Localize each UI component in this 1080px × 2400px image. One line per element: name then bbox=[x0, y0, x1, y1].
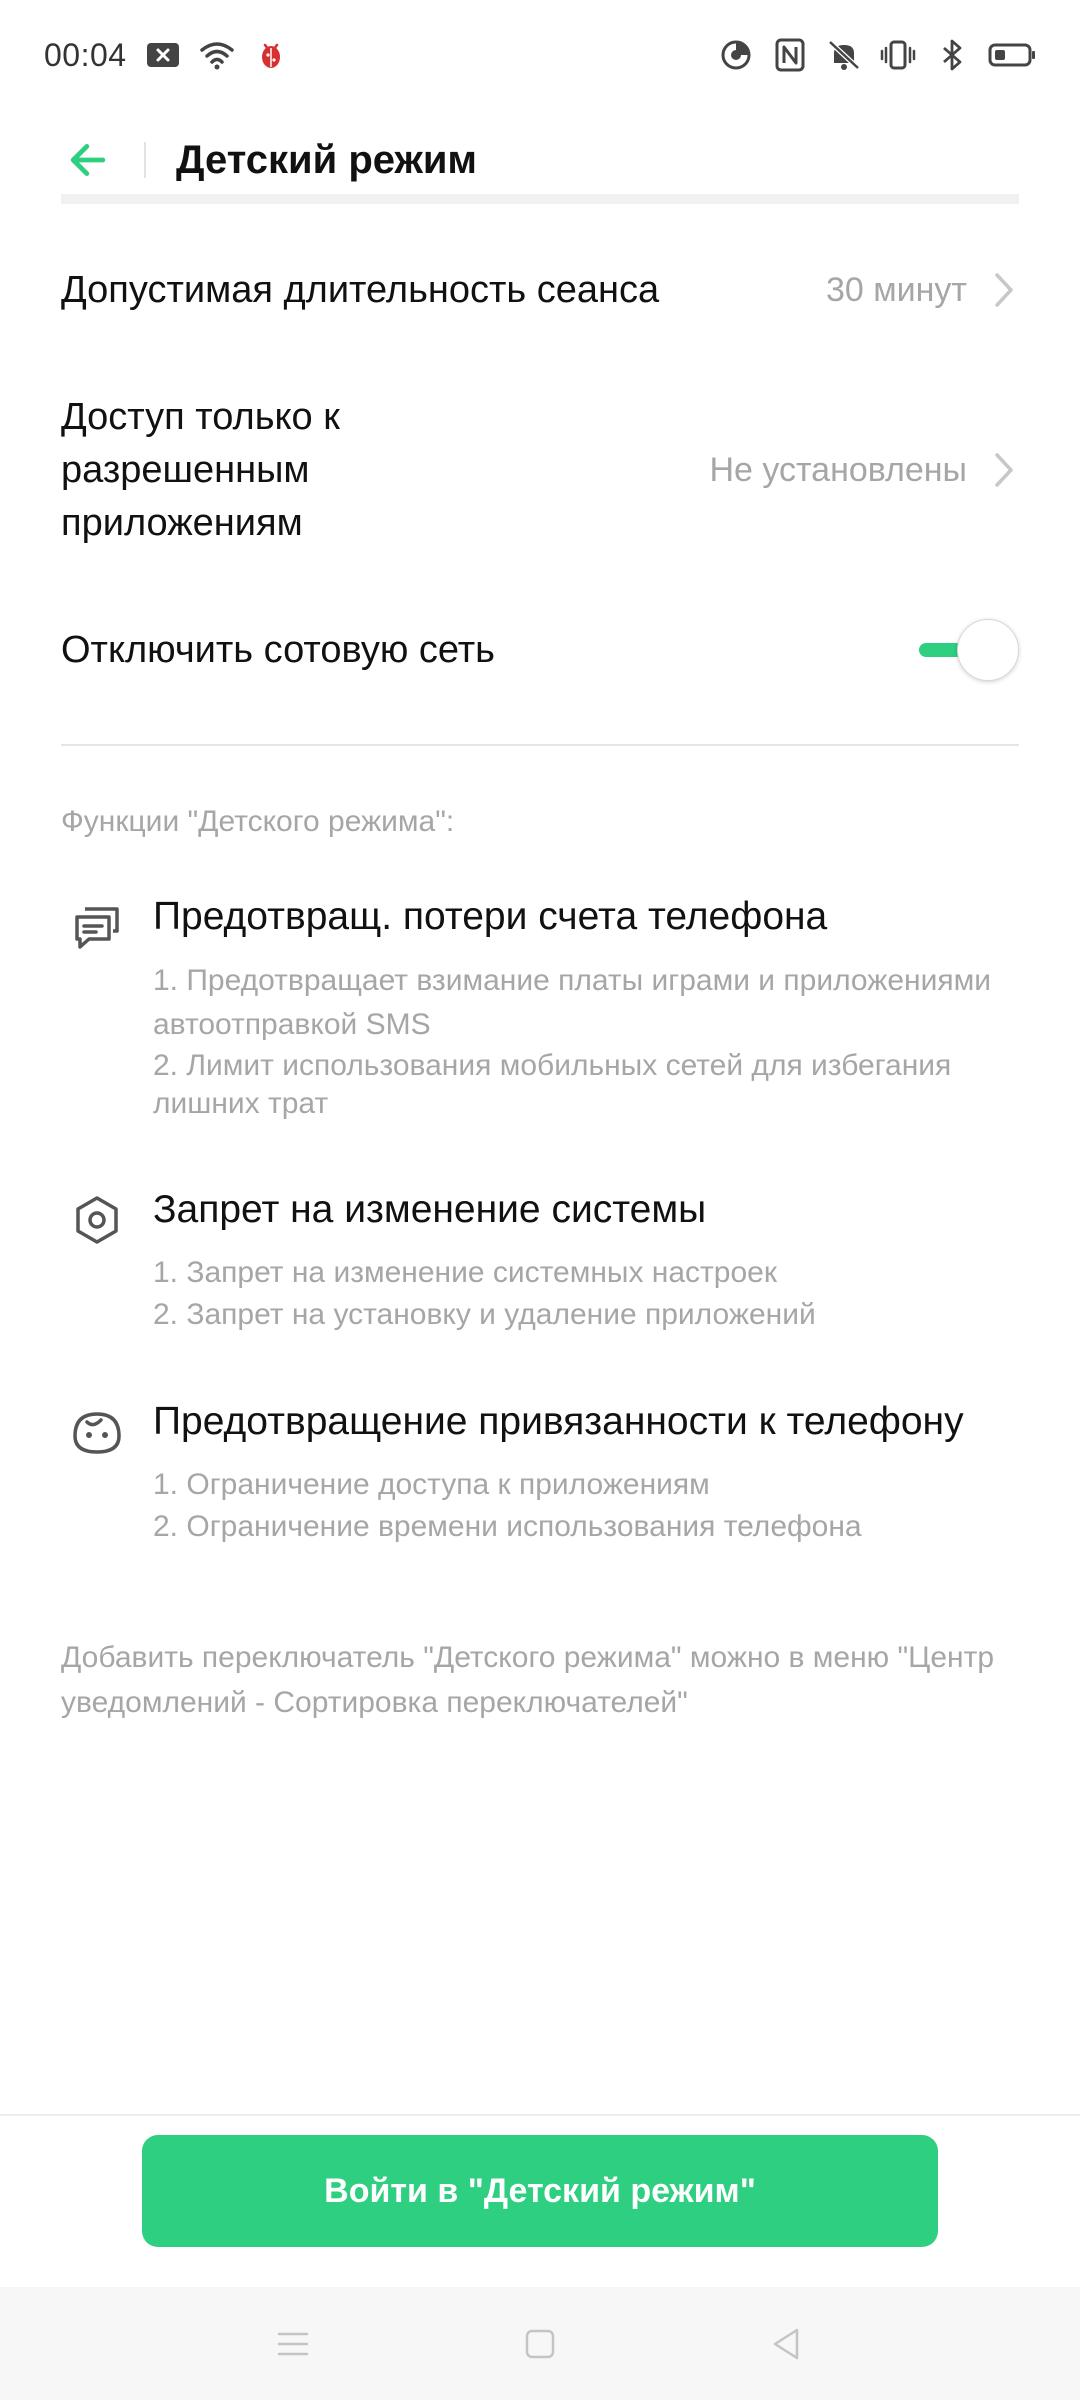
nfc-icon bbox=[772, 37, 808, 73]
vibrate-icon bbox=[880, 37, 916, 73]
back-arrow-icon bbox=[70, 144, 106, 176]
message-stack-icon bbox=[67, 897, 127, 957]
feature-description: 1. Предотвращает взимание платы играми и… bbox=[153, 959, 1023, 1123]
feature-description: 1. Ограничение доступа к приложениям 2. … bbox=[153, 1464, 1023, 1548]
feature-title: Запрет на изменение системы bbox=[153, 1188, 707, 1231]
footnote: Добавить переключатель "Детского режима"… bbox=[61, 1641, 995, 1719]
nav-back-button[interactable] bbox=[752, 2309, 822, 2379]
session-duration-label: Допустимая длительность сеанса bbox=[61, 268, 660, 311]
disable-cellular-row: Отключить сотовую сеть bbox=[61, 580, 1019, 720]
wifi-icon bbox=[199, 37, 235, 73]
feature-line: 2. Запрет на установку и удаление прилож… bbox=[153, 1298, 816, 1331]
bluetooth-icon bbox=[934, 37, 970, 73]
back-button[interactable] bbox=[60, 130, 120, 190]
allowed-apps-label: Доступ только к разрешенным приложениям bbox=[61, 395, 340, 544]
back-icon bbox=[773, 2328, 798, 2359]
feature-line: 1. Ограничение доступа к приложениям bbox=[153, 1468, 710, 1501]
settings-list: Допустимая длительность сеанса 30 минут … bbox=[61, 220, 1019, 720]
mute-icon bbox=[826, 37, 862, 73]
chevron-right-icon bbox=[989, 268, 1019, 312]
allowed-apps-right: Не установлены bbox=[709, 448, 1019, 492]
feature-line: 1. Предотвращает взимание платы играми и… bbox=[153, 964, 991, 1041]
status-time: 00:04 bbox=[44, 36, 127, 73]
feature-description: 1. Запрет на изменение системных настрое… bbox=[153, 1252, 1023, 1336]
session-duration-row[interactable]: Допустимая длительность сеанса 30 минут bbox=[61, 220, 1019, 360]
data-saver-icon bbox=[718, 37, 754, 73]
features-section-title: Функции "Детского режима": bbox=[61, 805, 455, 838]
notification-close-icon bbox=[145, 37, 181, 73]
session-duration-value: 30 минут bbox=[826, 270, 967, 309]
battery-icon bbox=[988, 37, 1036, 73]
chevron-right-icon bbox=[989, 448, 1019, 492]
menu-button[interactable] bbox=[258, 2309, 328, 2379]
status-left: 00:04 bbox=[44, 37, 289, 74]
home-icon bbox=[525, 2329, 555, 2358]
feature-title: Предотвращение привязанности к телефону bbox=[153, 1400, 964, 1443]
status-bar: 00:04 bbox=[0, 0, 1080, 110]
feature-title: Предотвращ. потери счета телефона bbox=[153, 895, 828, 938]
feature-line: 1. Запрет на изменение системных настрое… bbox=[153, 1256, 777, 1289]
navigation-bar bbox=[0, 2287, 1080, 2400]
toggle-knob bbox=[957, 619, 1019, 681]
child-face-icon bbox=[67, 1402, 127, 1462]
allowed-apps-row[interactable]: Доступ только к разрешенным приложениям … bbox=[61, 360, 1019, 580]
bug-icon bbox=[253, 37, 289, 73]
session-duration-right: 30 минут bbox=[826, 268, 1019, 312]
enter-kids-mode-button[interactable]: Войти в "Детский режим" bbox=[142, 2135, 938, 2247]
feature-line: 2. Ограничение времени использования тел… bbox=[153, 1510, 862, 1543]
menu-icon bbox=[278, 2332, 309, 2355]
status-right bbox=[718, 37, 1036, 73]
settings-nut-icon bbox=[67, 1190, 127, 1250]
feature-line: 2. Лимит использования мобильных сетей д… bbox=[153, 1049, 952, 1120]
header-divider bbox=[144, 142, 146, 178]
header-rule bbox=[61, 194, 1019, 204]
page-title: Детский режим bbox=[176, 137, 478, 182]
bottom-divider bbox=[0, 2114, 1080, 2116]
disable-cellular-label: Отключить сотовую сеть bbox=[61, 628, 495, 671]
home-button[interactable] bbox=[505, 2309, 575, 2379]
allowed-apps-value: Не установлены bbox=[709, 450, 967, 489]
section-divider bbox=[61, 744, 1019, 746]
disable-cellular-toggle[interactable] bbox=[919, 619, 1019, 681]
